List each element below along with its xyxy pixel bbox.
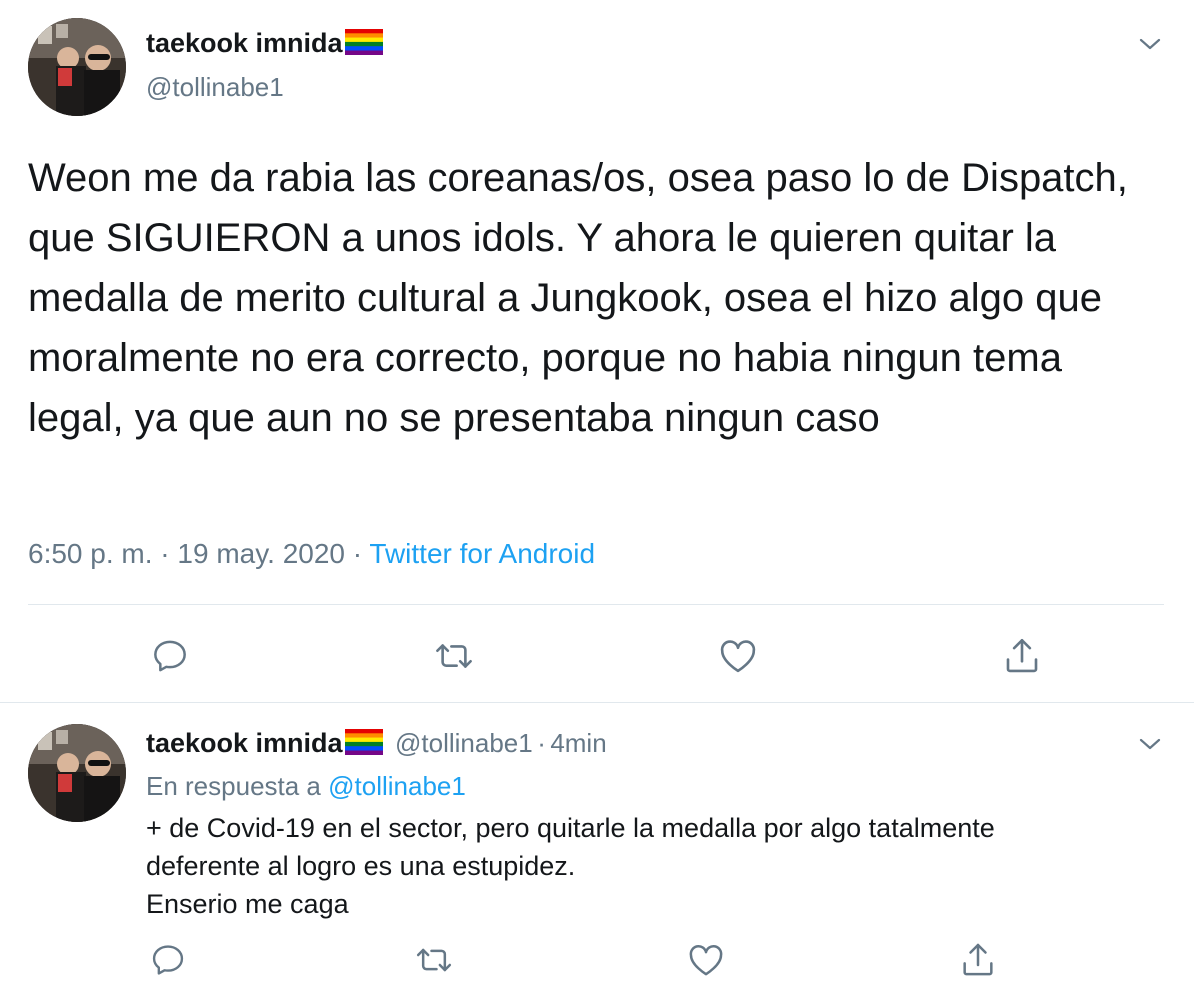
retweet-button[interactable]: [410, 936, 458, 984]
tweet-text: Weon me da rabia las coreanas/os, osea p…: [28, 156, 1128, 440]
reply-text: + de Covid-19 en el sector, pero quitarl…: [146, 809, 1166, 923]
reply-author-name[interactable]: taekook imnida: [146, 728, 343, 758]
tweet-time[interactable]: 6:50 p. m.: [28, 538, 153, 569]
reply-text-line: Enserio me caga: [146, 889, 349, 919]
reply-author-line: taekook imnida @tollinabe1 · 4min: [146, 728, 607, 760]
tweet-date[interactable]: 19 may. 2020: [177, 538, 345, 569]
like-button[interactable]: [682, 936, 730, 984]
avatar-photo: [28, 724, 126, 822]
reply-age[interactable]: 4min: [550, 728, 606, 758]
retweet-button[interactable]: [430, 632, 478, 680]
author-line: taekook imnida: [146, 28, 383, 60]
rainbow-flag-icon: [344, 29, 383, 60]
share-button[interactable]: [954, 936, 1002, 984]
author-name[interactable]: taekook imnida: [146, 28, 343, 58]
reply-menu-button[interactable]: [1134, 728, 1166, 760]
retweet-icon: [436, 644, 472, 668]
share-icon: [963, 943, 993, 976]
reply-text-line: deferente al logro es una estupidez.: [146, 851, 576, 881]
heart-icon: [689, 944, 723, 976]
replying-to-handle[interactable]: @tollinabe1: [328, 771, 466, 801]
meta-separator: ·: [352, 538, 363, 569]
avatar[interactable]: [28, 18, 126, 116]
reply-author-handle[interactable]: @tollinabe1: [395, 728, 533, 758]
reply-button[interactable]: [146, 632, 194, 680]
like-button[interactable]: [714, 632, 762, 680]
tweet-source[interactable]: Twitter for Android: [369, 538, 595, 569]
reply-text-line: + de Covid-19 en el sector, pero quitarl…: [146, 813, 995, 843]
chevron-down-icon: [1139, 738, 1161, 750]
share-icon: [1006, 638, 1038, 673]
retweet-icon: [416, 948, 452, 972]
chevron-down-icon: [1139, 38, 1161, 50]
divider: [0, 702, 1194, 703]
author-handle[interactable]: @tollinabe1: [146, 72, 284, 103]
avatar[interactable]: [28, 724, 126, 822]
tweet-meta: 6:50 p. m. · 19 may. 2020 · Twitter for …: [28, 538, 595, 570]
heart-icon: [720, 640, 756, 673]
reply-button[interactable]: [144, 936, 192, 984]
share-button[interactable]: [998, 632, 1046, 680]
replying-to-line: En respuesta a @tollinabe1: [146, 771, 466, 802]
meta-separator: ·: [160, 538, 170, 569]
comment-icon: [154, 640, 186, 672]
divider: [28, 604, 1164, 605]
rainbow-flag-icon: [344, 729, 383, 760]
avatar-photo: [28, 18, 126, 116]
comment-icon: [152, 945, 184, 975]
tweet-menu-button[interactable]: [1134, 28, 1166, 60]
meta-separator: ·: [537, 728, 546, 758]
replying-prefix: En respuesta a: [146, 771, 321, 801]
